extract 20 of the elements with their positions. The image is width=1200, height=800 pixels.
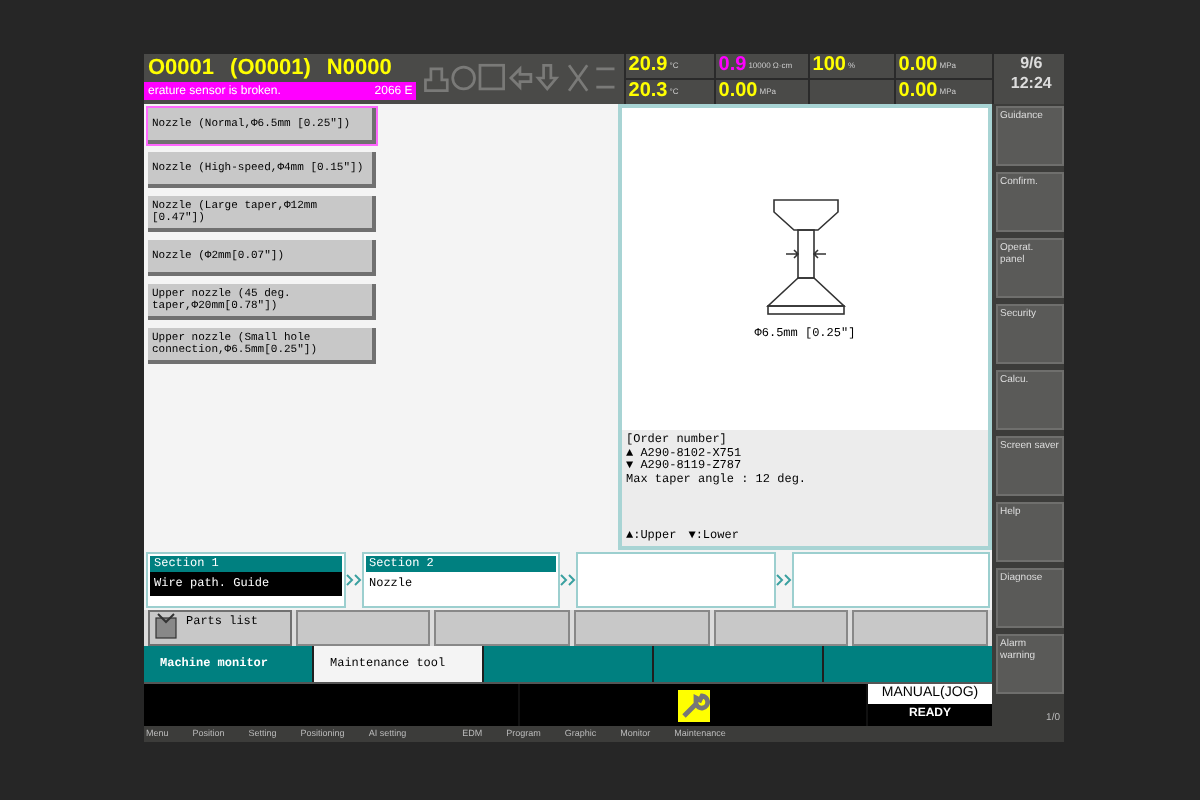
sequence-number: N0000 xyxy=(326,57,392,79)
sensor-value: 0.00 xyxy=(898,56,938,76)
date-text: 9/6 xyxy=(1020,54,1043,74)
program-number: (O0001) xyxy=(230,57,311,79)
nozzle-drawing xyxy=(765,197,845,317)
sensor-value: 0.9 xyxy=(718,56,747,76)
double-chevron-icon xyxy=(775,574,791,586)
section-box[interactable] xyxy=(791,552,990,608)
program-number: O0001 xyxy=(148,57,215,79)
parts-box-icon xyxy=(154,612,178,640)
sensor-value: 20.9 xyxy=(628,56,668,76)
time-text: 12:24 xyxy=(1010,74,1052,94)
section-box[interactable] xyxy=(576,552,775,608)
sensor-value: 0.00 xyxy=(718,82,758,102)
wrench-icon xyxy=(677,689,709,721)
sensor-value: 20.3 xyxy=(628,82,668,102)
double-chevron-icon xyxy=(560,574,576,586)
sensor-value: 100 xyxy=(812,56,846,76)
sensor-value: 0.00 xyxy=(898,82,938,102)
double-chevron-icon xyxy=(345,574,361,586)
